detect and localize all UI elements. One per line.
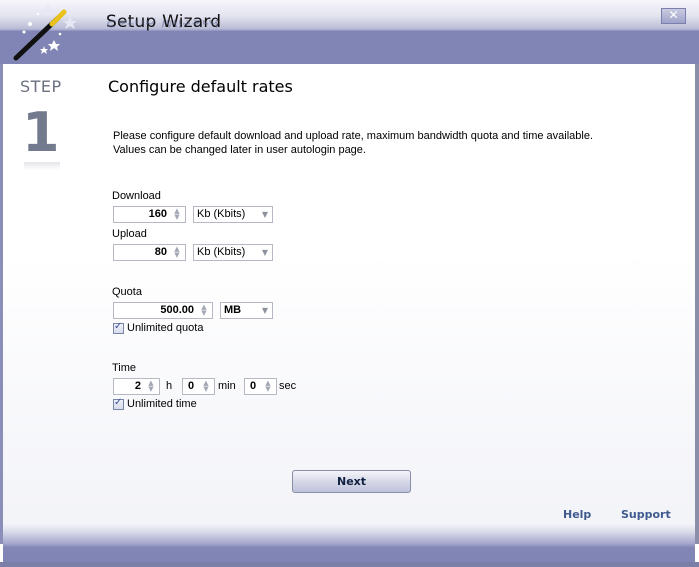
time-seconds-spinner[interactable]: 0 ▲ ▼ [244, 378, 277, 395]
unlimited-quota-checkbox[interactable]: ✓ [113, 321, 124, 334]
chevron-down-icon: ▼ [261, 248, 268, 257]
unlimited-quota-label[interactable]: Unlimited quota [127, 322, 203, 334]
spin-arrows-icon[interactable]: ▲ ▼ [173, 246, 181, 259]
time-label: Time [112, 362, 137, 374]
quota-unit-value: MB [224, 304, 242, 316]
hours-unit-label: h [166, 380, 173, 392]
download-label: Download [112, 190, 161, 202]
upload-label: Upload [112, 228, 147, 240]
next-button[interactable]: Next [292, 470, 411, 493]
quota-label: Quota [112, 286, 142, 298]
quota-unit-select[interactable]: MB ▼ [220, 302, 273, 319]
window-title-reflection: Setup Wizard [106, 20, 219, 30]
page-heading: Configure default rates [108, 77, 293, 96]
magic-wand-icon [13, 4, 77, 61]
minutes-unit-label: min [218, 380, 236, 392]
setup-wizard-window: Setup Wizard Setup Wizard ✕ STEP 1 Confi… [0, 0, 699, 567]
checkmark-icon: ✓ [114, 397, 123, 408]
close-button[interactable]: ✕ [661, 8, 686, 24]
time-seconds-value: 0 [250, 380, 257, 392]
upload-unit-select[interactable]: Kb (Kbits) ▼ [193, 244, 273, 261]
download-rate-spinner[interactable]: 160 ▲ ▼ [113, 206, 186, 223]
title-bar: Setup Wizard Setup Wizard ✕ [0, 0, 699, 64]
description-line-1: Please configure default download and up… [113, 130, 594, 142]
chevron-down-icon: ▼ [261, 210, 268, 219]
unlimited-time-checkbox[interactable]: ✓ [113, 397, 124, 410]
description-line-2: Values can be changed later in user auto… [113, 144, 366, 156]
page-description: Please configure default download and up… [113, 129, 593, 157]
time-minutes-value: 0 [188, 380, 195, 392]
spin-arrows-icon[interactable]: ▲ ▼ [264, 380, 272, 393]
download-unit-select[interactable]: Kb (Kbits) ▼ [193, 206, 273, 223]
upload-rate-value: 80 [154, 246, 167, 258]
quota-spinner[interactable]: 500.00 ▲ ▼ [113, 302, 213, 319]
step-label: STEP [20, 77, 62, 96]
step-number-shadow [24, 162, 60, 170]
title-bar-band [0, 31, 699, 64]
help-link[interactable]: Help [563, 508, 591, 521]
checkmark-icon: ✓ [114, 321, 123, 332]
time-hours-value: 2 [134, 380, 141, 392]
download-rate-value: 160 [148, 208, 167, 220]
chevron-down-icon: ▼ [261, 306, 268, 315]
spin-arrows-icon[interactable]: ▲ ▼ [202, 380, 210, 393]
spin-arrows-icon[interactable]: ▲ ▼ [173, 208, 181, 221]
window-bottom-border [0, 562, 699, 567]
support-link[interactable]: Support [621, 508, 671, 521]
upload-rate-spinner[interactable]: 80 ▲ ▼ [113, 244, 186, 261]
seconds-unit-label: sec [279, 380, 297, 392]
upload-unit-value: Kb (Kbits) [197, 246, 246, 258]
window-right-border [695, 64, 699, 544]
download-unit-value: Kb (Kbits) [197, 208, 246, 220]
unlimited-time-label[interactable]: Unlimited time [127, 398, 197, 410]
spin-arrows-icon[interactable]: ▲ ▼ [147, 380, 155, 393]
quota-value: 500.00 [160, 304, 194, 316]
spin-arrows-icon[interactable]: ▲ ▼ [200, 304, 208, 317]
time-hours-spinner[interactable]: 2 ▲ ▼ [113, 378, 160, 395]
time-minutes-spinner[interactable]: 0 ▲ ▼ [182, 378, 215, 395]
footer-band [3, 524, 695, 567]
step-number: 1 [22, 101, 60, 164]
